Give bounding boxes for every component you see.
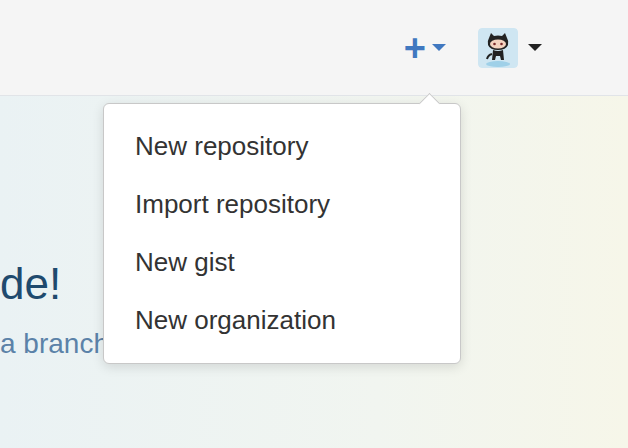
page: +de!a branch,New repositoryImport reposi… xyxy=(0,0,628,448)
create-button[interactable]: + xyxy=(404,29,446,67)
caret-icon xyxy=(432,44,446,51)
menu-item[interactable]: New gist xyxy=(104,233,460,291)
octocat-icon xyxy=(478,28,518,68)
create-menu: New repositoryImport repositoryNew gistN… xyxy=(103,103,461,364)
header-bar: + xyxy=(0,0,628,96)
avatar-icon xyxy=(478,28,518,68)
caret-icon xyxy=(528,44,542,51)
menu-pointer xyxy=(419,93,440,114)
menu-item[interactable]: New organization xyxy=(104,291,460,349)
plus-icon: + xyxy=(404,29,426,67)
menu-item[interactable]: Import repository xyxy=(104,175,460,233)
profile-button[interactable] xyxy=(478,28,542,68)
menu-item[interactable]: New repository xyxy=(104,117,460,175)
